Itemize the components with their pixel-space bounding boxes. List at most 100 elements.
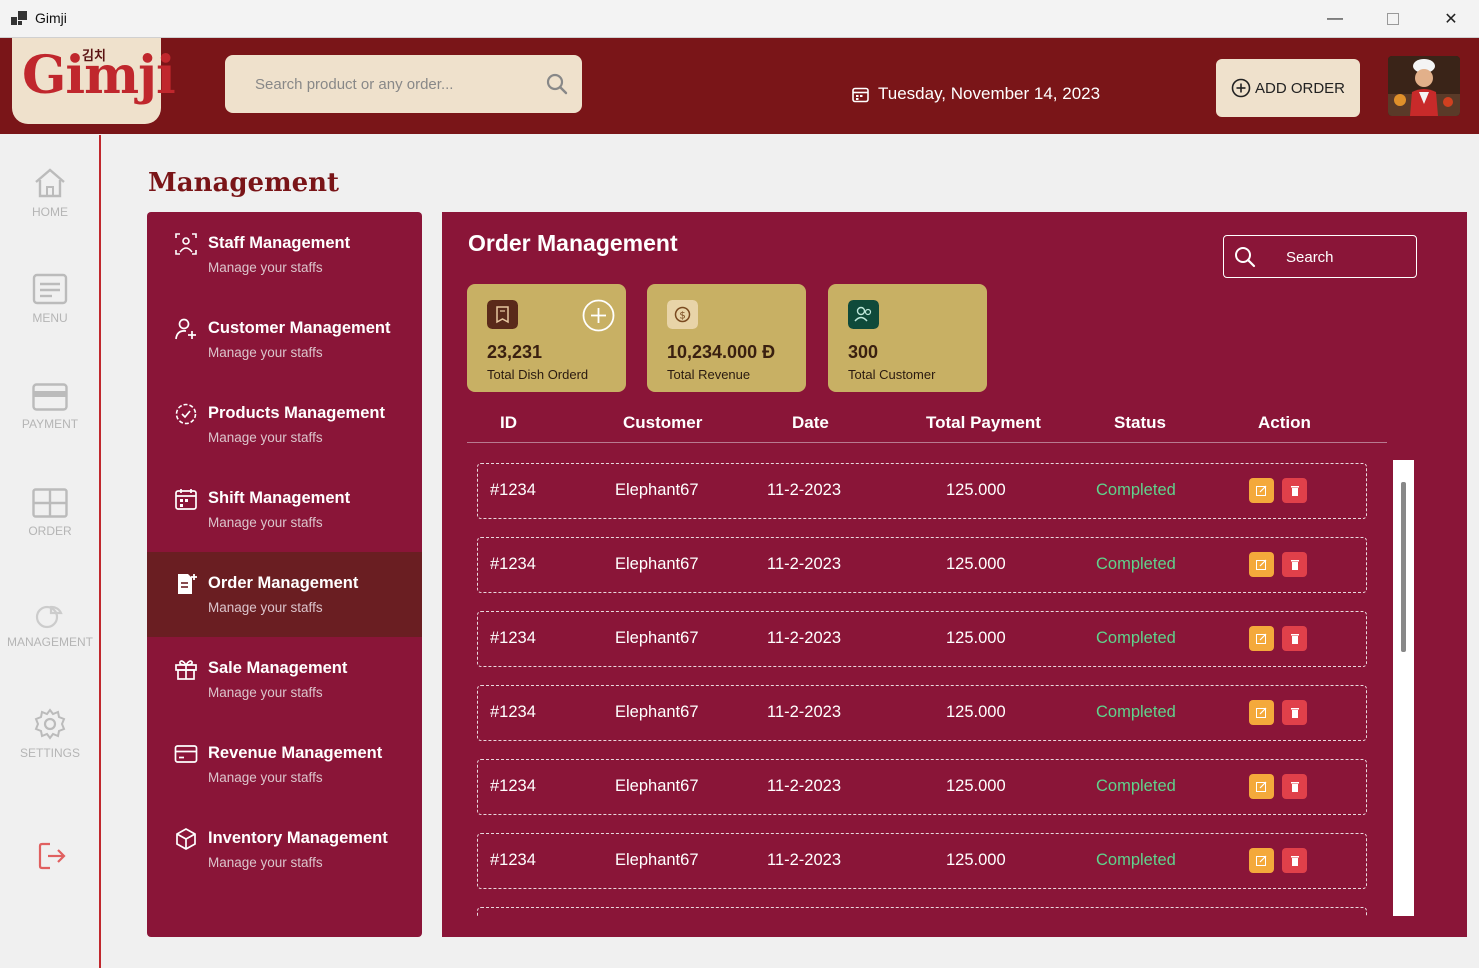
nav-payment[interactable]: PAYMENT [0,383,100,431]
app-icon [11,11,27,25]
trash-icon [1290,782,1299,792]
cell-total: 125.000 [946,555,1006,573]
nav-home[interactable]: HOME [0,167,100,219]
delete-button[interactable] [1282,552,1307,577]
menu-item-order-management[interactable]: Order Management Manage your staffs [147,552,422,637]
edit-icon [1256,707,1267,718]
trash-icon [1290,560,1299,570]
stat-label: Total Dish Orderd [487,367,589,382]
menu-item-title: Customer Management [208,319,391,337]
nav-settings[interactable]: SETTINGS [0,708,100,760]
edit-button[interactable] [1249,626,1274,651]
cell-date: 11-2-2023 [767,629,842,647]
cell-id: #1234 [490,851,536,869]
cell-id: #1234 [490,555,536,573]
table-row[interactable]: #1234 Elephant67 11-2-2023 125.000 Compl… [477,685,1367,741]
date-text: Tuesday, November 14, 2023 [878,84,1101,103]
home-icon [35,168,65,198]
delete-button[interactable] [1282,700,1307,725]
stat-card-total-dish: 23,231 Total Dish Orderd [467,284,626,392]
edit-icon [1256,485,1267,496]
table-row[interactable]: #1234 Elephant67 11-2-2023 125.000 Compl… [477,611,1367,667]
nav-management[interactable]: MANAGEMENT [0,601,100,649]
product-search-input[interactable] [255,73,525,95]
menu-icon [32,273,68,305]
calendar-icon [852,87,869,102]
add-order-button[interactable]: ADD ORDER [1216,59,1360,117]
nav-menu-label: MENU [32,311,68,325]
menu-item-staff-management[interactable]: Staff Management Manage your staffs [147,212,422,297]
menu-item-subtitle: Manage your staffs [208,430,323,445]
window-titlebar: Gimji — ✕ [0,0,1479,38]
table-row[interactable]: #1234 Elephant67 11-2-2023 125.000 Compl… [477,833,1367,889]
cell-id: #1234 [490,703,536,721]
edit-icon [1256,559,1267,570]
product-search-box[interactable] [225,55,582,113]
table-row[interactable]: #1234 Elephant67 11-2-2023 125.000 Compl… [477,759,1367,815]
delete-button[interactable] [1282,848,1307,873]
nav-menu[interactable]: MENU [0,273,100,325]
cell-customer: Elephant67 [615,703,699,721]
column-header-total-payment: Total Payment [926,413,1041,432]
logo[interactable]: 김치 Gimji [12,38,176,124]
box-icon [176,828,196,850]
edit-button[interactable] [1249,700,1274,725]
menu-item-subtitle: Manage your staffs [208,260,323,275]
close-button[interactable]: ✕ [1422,0,1479,38]
cell-date: 11-2-2023 [767,777,842,795]
user-avatar[interactable] [1388,56,1460,116]
cell-status: Completed [1096,629,1176,647]
menu-item-revenue-management[interactable]: Revenue Management Manage your staffs [147,722,422,807]
staff-icon [175,233,197,255]
add-dish-icon[interactable] [582,299,615,332]
cell-total: 125.000 [946,851,1006,869]
orders-table-body[interactable]: #1234 Elephant67 11-2-2023 125.000 Compl… [477,459,1377,917]
menu-item-shift-management[interactable]: Shift Management Manage your staffs [147,467,422,552]
nav-order[interactable]: ORDER [0,488,100,538]
cell-customer: Elephant67 [615,481,699,499]
order-search-box[interactable]: Search [1223,235,1417,278]
logout-icon[interactable] [36,840,68,872]
orders-scrollbar[interactable] [1393,460,1414,916]
cell-customer: Elephant67 [615,555,699,573]
delete-button[interactable] [1282,774,1307,799]
cell-date: 11-2-2023 [767,481,842,499]
stat-card-total-revenue: $ 10,234.000 Đ Total Revenue [647,284,806,392]
search-icon[interactable] [546,73,568,95]
maximize-icon [1387,13,1399,25]
payment-icon [32,383,68,411]
menu-item-products-management[interactable]: Products Management Manage your staffs [147,382,422,467]
table-row-partial[interactable] [477,907,1367,917]
table-row[interactable]: #1234 Elephant67 11-2-2023 125.000 Compl… [477,537,1367,593]
menu-item-subtitle: Manage your staffs [208,515,323,530]
edit-button[interactable] [1249,552,1274,577]
menu-item-sale-management[interactable]: Sale Management Manage your staffs [147,637,422,722]
cell-status: Completed [1096,851,1176,869]
cell-date: 11-2-2023 [767,703,842,721]
cell-id: #1234 [490,629,536,647]
gift-icon [175,660,197,680]
edit-button[interactable] [1249,848,1274,873]
delete-button[interactable] [1282,478,1307,503]
stat-value: 10,234.000 Đ [667,342,776,362]
nav-settings-label: SETTINGS [19,746,80,760]
page-title: Management [148,168,340,198]
menu-item-title: Shift Management [208,489,351,507]
table-row[interactable]: #1234 Elephant67 11-2-2023 125.000 Compl… [477,463,1367,519]
column-header-action: Action [1258,413,1311,432]
menu-item-inventory-management[interactable]: Inventory Management Manage your staffs [147,807,422,892]
coin-icon: $ [667,300,698,329]
scrollbar-thumb[interactable] [1401,482,1406,652]
menu-item-customer-management[interactable]: Customer Management Manage your staffs [147,297,422,382]
cell-total: 125.000 [946,629,1006,647]
order-icon [32,488,68,518]
delete-button[interactable] [1282,626,1307,651]
column-header-status: Status [1114,413,1166,432]
minimize-button[interactable]: — [1306,0,1364,38]
cell-id: #1234 [490,777,536,795]
maximize-button[interactable] [1364,0,1422,38]
cell-total: 125.000 [946,703,1006,721]
edit-button[interactable] [1249,774,1274,799]
edit-button[interactable] [1249,478,1274,503]
nav-home-label: HOME [32,205,68,219]
